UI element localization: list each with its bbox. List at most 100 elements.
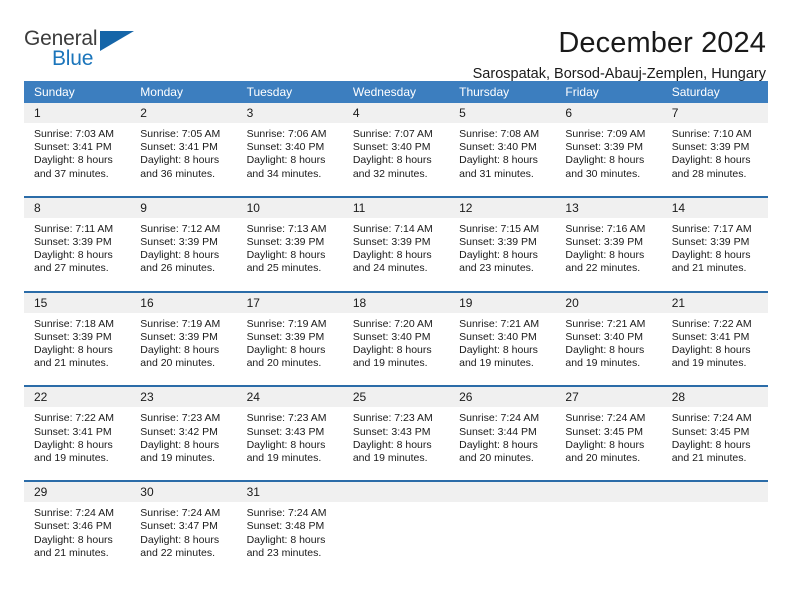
day-cell-6[interactable]: 6 Sunrise: 7:09 AM Sunset: 3:39 PM Dayli… xyxy=(555,103,662,187)
day-cell-30[interactable]: 30 Sunrise: 7:24 AM Sunset: 3:47 PM Dayl… xyxy=(130,482,237,567)
day-number-band: 12 xyxy=(449,197,556,218)
sunset-text: Sunset: 3:40 PM xyxy=(246,141,325,154)
day-cell-9[interactable]: 9 Sunrise: 7:12 AM Sunset: 3:39 PM Dayli… xyxy=(130,197,237,282)
day-cell-4[interactable]: 4 Sunrise: 7:07 AM Sunset: 3:40 PM Dayli… xyxy=(342,103,450,187)
day-cell-31[interactable]: 31 Sunrise: 7:24 AM Sunset: 3:48 PM Dayl… xyxy=(236,482,343,567)
daylight-text-line2: and 19 minutes. xyxy=(671,357,747,370)
day-cell-15[interactable]: 15 Sunrise: 7:18 AM Sunset: 3:39 PM Dayl… xyxy=(24,292,131,377)
daylight-text-line2: and 30 minutes. xyxy=(565,167,641,180)
day-details: Sunrise: 7:15 AM Sunset: 3:39 PM Dayligh… xyxy=(449,218,555,282)
day-details: Sunrise: 7:24 AM Sunset: 3:45 PM Dayligh… xyxy=(662,407,768,471)
daylight-text-line2: and 19 minutes. xyxy=(34,452,109,465)
sunrise-text: Sunrise: 7:09 AM xyxy=(565,128,646,140)
day-number-band: 4 xyxy=(342,103,450,123)
day-details: Sunrise: 7:14 AM Sunset: 3:39 PM Dayligh… xyxy=(343,218,449,282)
day-number-band: 20 xyxy=(555,292,662,313)
day-number-band xyxy=(661,482,768,503)
day-number: 19 xyxy=(459,295,473,310)
day-number: 16 xyxy=(140,295,154,310)
daylight-text-line1: Daylight: 8 hours xyxy=(246,533,326,546)
day-cell-10[interactable]: 10 Sunrise: 7:13 AM Sunset: 3:39 PM Dayl… xyxy=(236,197,343,282)
day-cell-3[interactable]: 3 Sunrise: 7:06 AM Sunset: 3:40 PM Dayli… xyxy=(236,103,343,187)
sunrise-text: Sunrise: 7:24 AM xyxy=(246,507,327,520)
day-cell-25[interactable]: 25 Sunrise: 7:23 AM Sunset: 3:43 PM Dayl… xyxy=(342,387,450,472)
weekday-header-thursday: Thursday xyxy=(459,85,510,99)
day-number-band: 6 xyxy=(555,103,662,123)
day-cell-7[interactable]: 7 Sunrise: 7:10 AM Sunset: 3:39 PM Dayli… xyxy=(661,103,768,187)
daylight-text-line1: Daylight: 8 hours xyxy=(140,438,220,451)
daylight-text-line1: Daylight: 8 hours xyxy=(671,438,751,451)
page-header: General Blue December 2024 Sarospatak, B… xyxy=(24,0,768,83)
day-number: 25 xyxy=(352,390,367,405)
day-cell-18[interactable]: 18 Sunrise: 7:20 AM Sunset: 3:40 PM Dayl… xyxy=(342,292,450,377)
day-cell-12[interactable]: 12 Sunrise: 7:15 AM Sunset: 3:39 PM Dayl… xyxy=(449,197,556,282)
sunset-text: Sunset: 3:45 PM xyxy=(565,425,644,438)
sunset-text: Sunset: 3:39 PM xyxy=(140,330,218,343)
daylight-text-line2: and 31 minutes. xyxy=(459,167,534,180)
daylight-text-line2: and 34 minutes. xyxy=(246,167,322,180)
sunset-text: Sunset: 3:40 PM xyxy=(459,330,537,343)
day-details: Sunrise: 7:24 AM Sunset: 3:44 PM Dayligh… xyxy=(449,407,555,471)
daylight-text-line2: and 20 minutes. xyxy=(140,357,215,370)
sunrise-text: Sunrise: 7:21 AM xyxy=(459,317,540,330)
day-cell-2[interactable]: 2 Sunrise: 7:05 AM Sunset: 3:41 PM Dayli… xyxy=(130,103,237,187)
daylight-text-line2: and 21 minutes. xyxy=(34,357,109,370)
sunset-text: Sunset: 3:44 PM xyxy=(459,425,537,438)
day-cell-16[interactable]: 16 Sunrise: 7:19 AM Sunset: 3:39 PM Dayl… xyxy=(130,292,237,377)
daylight-text-line1: Daylight: 8 hours xyxy=(352,344,432,357)
day-cell-5[interactable]: 5 Sunrise: 7:08 AM Sunset: 3:40 PM Dayli… xyxy=(449,103,556,187)
daylight-text-line1: Daylight: 8 hours xyxy=(459,344,538,357)
daylight-text-line1: Daylight: 8 hours xyxy=(352,249,432,262)
sunset-text: Sunset: 3:39 PM xyxy=(246,330,325,343)
day-cell-20[interactable]: 20 Sunrise: 7:21 AM Sunset: 3:40 PM Dayl… xyxy=(555,292,662,377)
daylight-text-line2: and 24 minutes. xyxy=(352,262,428,275)
day-cell-21[interactable]: 21 Sunrise: 7:22 AM Sunset: 3:41 PM Dayl… xyxy=(661,292,768,377)
day-number: 30 xyxy=(140,485,154,500)
daylight-text-line1: Daylight: 8 hours xyxy=(140,154,220,167)
sunrise-text: Sunrise: 7:19 AM xyxy=(140,317,221,330)
day-number-band: 16 xyxy=(130,292,237,313)
sunset-text: Sunset: 3:39 PM xyxy=(140,236,218,249)
sunrise-text: Sunrise: 7:13 AM xyxy=(246,222,327,235)
day-number-band: 1 xyxy=(24,103,131,123)
daylight-text-line1: Daylight: 8 hours xyxy=(34,344,113,357)
daylight-text-line2: and 22 minutes. xyxy=(140,546,215,559)
sunset-text: Sunset: 3:43 PM xyxy=(352,425,431,438)
day-cell-26[interactable]: 26 Sunrise: 7:24 AM Sunset: 3:44 PM Dayl… xyxy=(449,387,556,472)
weekday-header-row: Sunday Monday Tuesday Wednesday Thursday… xyxy=(24,81,768,103)
sunset-text: Sunset: 3:39 PM xyxy=(565,236,644,249)
day-cell-14[interactable]: 14 Sunrise: 7:17 AM Sunset: 3:39 PM Dayl… xyxy=(661,197,768,282)
day-cell-11[interactable]: 11 Sunrise: 7:14 AM Sunset: 3:39 PM Dayl… xyxy=(342,197,450,282)
day-cell-1[interactable]: 1 Sunrise: 7:03 AM Sunset: 3:41 PM Dayli… xyxy=(24,103,131,187)
day-number: 6 xyxy=(565,106,573,120)
day-number: 22 xyxy=(34,390,48,405)
day-cell-29[interactable]: 29 Sunrise: 7:24 AM Sunset: 3:46 PM Dayl… xyxy=(24,482,131,567)
logo-text-blue: Blue xyxy=(52,47,94,70)
daylight-text-line1: Daylight: 8 hours xyxy=(140,533,220,546)
day-cell-22[interactable]: 22 Sunrise: 7:22 AM Sunset: 3:41 PM Dayl… xyxy=(24,387,131,472)
sunrise-text: Sunrise: 7:24 AM xyxy=(459,412,540,425)
day-cell-13[interactable]: 13 Sunrise: 7:16 AM Sunset: 3:39 PM Dayl… xyxy=(555,197,662,282)
daylight-text-line1: Daylight: 8 hours xyxy=(565,344,645,357)
daylight-text-line2: and 36 minutes. xyxy=(140,167,215,180)
daylight-text-line1: Daylight: 8 hours xyxy=(671,344,751,357)
day-cell-8[interactable]: 8 Sunrise: 7:11 AM Sunset: 3:39 PM Dayli… xyxy=(24,197,131,282)
day-cell-27[interactable]: 27 Sunrise: 7:24 AM Sunset: 3:45 PM Dayl… xyxy=(555,387,662,472)
sunset-text: Sunset: 3:41 PM xyxy=(140,141,218,154)
sunrise-text: Sunrise: 7:21 AM xyxy=(565,317,646,330)
sunrise-text: Sunrise: 7:07 AM xyxy=(352,128,433,140)
day-number: 29 xyxy=(34,485,48,500)
day-number-band xyxy=(555,482,662,503)
day-cell-24[interactable]: 24 Sunrise: 7:23 AM Sunset: 3:43 PM Dayl… xyxy=(236,387,343,472)
day-number-band: 30 xyxy=(130,482,237,503)
day-cell-28[interactable]: 28 Sunrise: 7:24 AM Sunset: 3:45 PM Dayl… xyxy=(661,387,768,472)
day-cell-17[interactable]: 17 Sunrise: 7:19 AM Sunset: 3:39 PM Dayl… xyxy=(236,292,343,377)
sunrise-text: Sunrise: 7:23 AM xyxy=(140,412,221,425)
day-details: Sunrise: 7:05 AM Sunset: 3:41 PM Dayligh… xyxy=(130,123,236,187)
day-number-band: 24 xyxy=(236,387,343,408)
calendar-grid: Sunday Monday Tuesday Wednesday Thursday… xyxy=(24,81,768,567)
day-number: 21 xyxy=(671,295,686,310)
day-number: 18 xyxy=(352,295,367,310)
day-cell-23[interactable]: 23 Sunrise: 7:23 AM Sunset: 3:42 PM Dayl… xyxy=(130,387,237,472)
day-cell-19[interactable]: 19 Sunrise: 7:21 AM Sunset: 3:40 PM Dayl… xyxy=(449,292,556,377)
